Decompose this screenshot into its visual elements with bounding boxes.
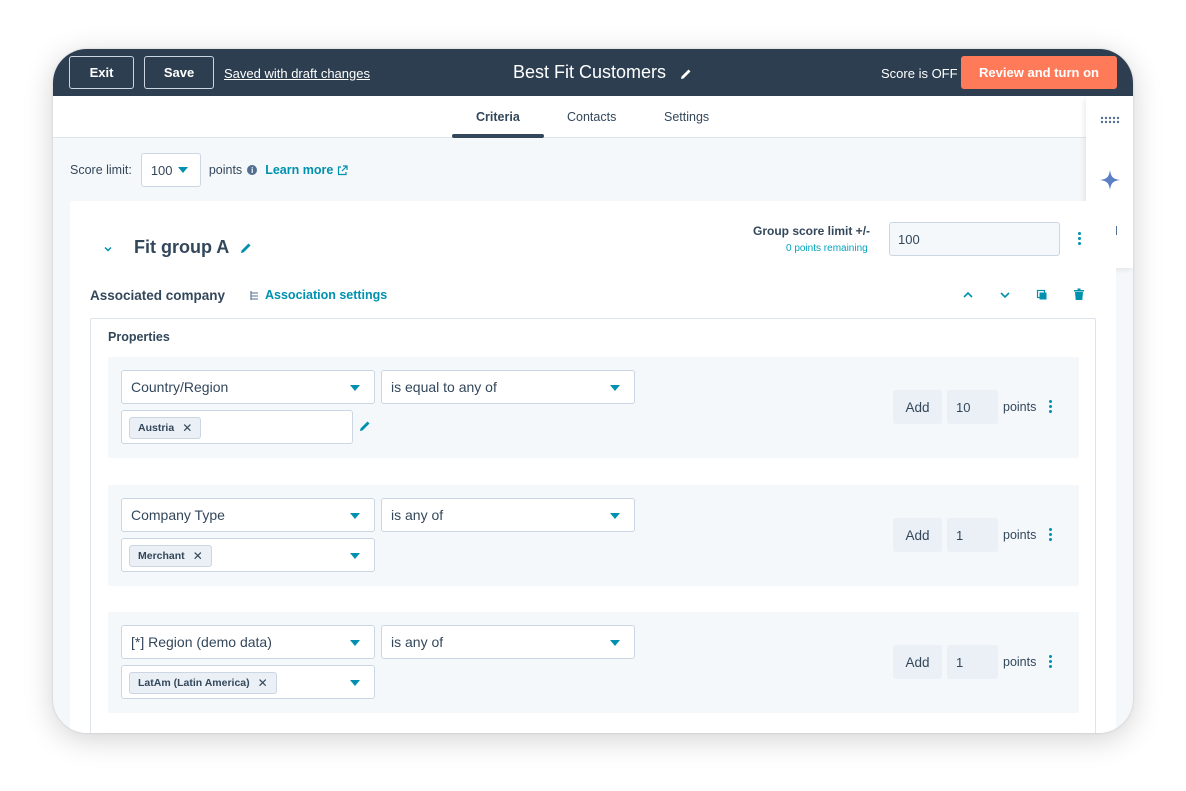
edit-title-icon[interactable] <box>680 67 692 79</box>
edit-value-icon[interactable] <box>359 419 371 437</box>
properties-box: Properties Country/Region is equal to an… <box>90 318 1096 733</box>
page-title: Best Fit Customers <box>513 62 667 82</box>
value-chip: Austria ✕ <box>129 417 202 439</box>
group-score-limit-label: Group score limit +/- <box>753 224 871 238</box>
score-limit-label: Score limit: <box>70 163 132 177</box>
move-up-icon[interactable] <box>960 287 975 302</box>
edit-group-icon[interactable] <box>240 241 252 259</box>
value-chip: Merchant ✕ <box>129 545 212 567</box>
collapse-chevron-icon[interactable] <box>103 241 113 252</box>
value-chip: LatAm (Latin America) ✕ <box>129 672 277 694</box>
chevron-down-icon <box>350 640 360 646</box>
association-settings-label: Association settings <box>265 288 388 302</box>
score-status: Score is OFF <box>881 66 958 81</box>
sparkle-icon[interactable] <box>1099 169 1121 191</box>
add-points-button[interactable]: Add <box>893 645 942 679</box>
chevron-down-icon <box>350 513 360 519</box>
rule-more-icon[interactable] <box>1049 655 1052 668</box>
rule-more-icon[interactable] <box>1049 528 1052 541</box>
group-more-icon[interactable] <box>1078 232 1081 245</box>
chip-label: LatAm (Latin America) <box>138 677 250 689</box>
association-actions <box>960 287 1086 302</box>
tab-settings[interactable]: Settings <box>664 110 709 124</box>
points-label: points <box>1003 655 1037 669</box>
chevron-down-icon <box>610 640 620 646</box>
score-limit-row: Score limit: 100 points i Learn more <box>70 153 348 187</box>
remove-chip-icon[interactable]: ✕ <box>182 421 192 435</box>
operator-select[interactable]: is any of <box>381 625 635 659</box>
chip-label: Austria <box>138 422 175 434</box>
add-points-button[interactable]: Add <box>893 518 942 552</box>
property-select[interactable]: [*] Region (demo data) <box>121 625 375 659</box>
property-select[interactable]: Company Type <box>121 498 375 532</box>
delete-icon[interactable] <box>1071 287 1086 302</box>
operator-value: is any of <box>391 634 444 650</box>
top-bar: Exit Save Saved with draft changes Best … <box>53 49 1133 96</box>
criteria-rule: Company Type is any of Merchant ✕ Add 1 … <box>108 485 1079 586</box>
info-icon[interactable]: i <box>247 165 258 175</box>
property-select[interactable]: Country/Region <box>121 370 375 404</box>
exit-button[interactable]: Exit <box>69 56 134 89</box>
fit-group-card: Fit group A Group score limit +/- 0 poin… <box>70 201 1116 733</box>
value-select[interactable]: Austria ✕ <box>121 410 353 444</box>
review-and-turn-on-button[interactable]: Review and turn on <box>961 56 1117 89</box>
learn-more-link[interactable]: Learn more <box>265 163 333 177</box>
score-limit-value: 100 <box>150 162 173 178</box>
property-value: [*] Region (demo data) <box>131 634 272 650</box>
grid-dots-icon[interactable] <box>1099 109 1121 131</box>
remove-chip-icon[interactable]: ✕ <box>258 676 268 690</box>
move-down-icon[interactable] <box>997 287 1012 302</box>
save-button[interactable]: Save <box>144 56 214 89</box>
operator-select[interactable]: is equal to any of <box>381 370 635 404</box>
operator-value: is any of <box>391 507 444 523</box>
title-wrap: Best Fit Customers <box>513 62 692 83</box>
active-tab-indicator <box>452 134 544 138</box>
property-value: Company Type <box>131 507 225 523</box>
properties-title: Properties <box>108 330 170 344</box>
criteria-rule: [*] Region (demo data) is any of LatAm (… <box>108 612 1079 713</box>
points-label: points <box>1003 528 1037 542</box>
chevron-down-icon <box>177 167 188 173</box>
rule-more-icon[interactable] <box>1049 400 1052 413</box>
points-input[interactable]: 10 <box>947 390 998 424</box>
value-select[interactable]: LatAm (Latin America) ✕ <box>121 665 375 699</box>
add-points-button[interactable]: Add <box>893 390 942 424</box>
tab-contacts[interactable]: Contacts <box>567 110 616 124</box>
points-remaining: 0 points remaining <box>786 243 868 254</box>
value-select[interactable]: Merchant ✕ <box>121 538 375 572</box>
points-label: points <box>1003 400 1037 414</box>
tree-icon <box>248 290 259 301</box>
duplicate-icon[interactable] <box>1034 287 1049 302</box>
group-score-limit-input[interactable]: 100 <box>889 222 1060 256</box>
points-input[interactable]: 1 <box>947 518 998 552</box>
score-limit-unit: points <box>208 163 243 177</box>
chevron-down-icon <box>350 553 360 559</box>
criteria-rule: Country/Region is equal to any of Austri… <box>108 357 1079 458</box>
tab-bar: Criteria Contacts Settings <box>53 96 1133 138</box>
chevron-down-icon <box>350 680 360 686</box>
operator-select[interactable]: is any of <box>381 498 635 532</box>
chevron-down-icon <box>610 385 620 391</box>
chip-label: Merchant <box>138 550 185 562</box>
score-limit-select[interactable]: 100 <box>140 153 201 187</box>
remove-chip-icon[interactable]: ✕ <box>193 549 203 563</box>
association-settings-link[interactable]: Association settings <box>248 288 387 302</box>
property-value: Country/Region <box>131 379 229 395</box>
associated-company-title: Associated company <box>90 288 226 303</box>
points-input[interactable]: 1 <box>947 645 998 679</box>
chevron-down-icon <box>610 513 620 519</box>
app-window: Exit Save Saved with draft changes Best … <box>53 49 1133 733</box>
operator-value: is equal to any of <box>391 379 497 395</box>
saved-status-link[interactable]: Saved with draft changes <box>224 66 370 81</box>
group-title: Fit group A <box>134 237 230 257</box>
chevron-down-icon <box>350 385 360 391</box>
external-link-icon[interactable] <box>337 164 348 176</box>
tab-criteria[interactable]: Criteria <box>476 110 520 124</box>
